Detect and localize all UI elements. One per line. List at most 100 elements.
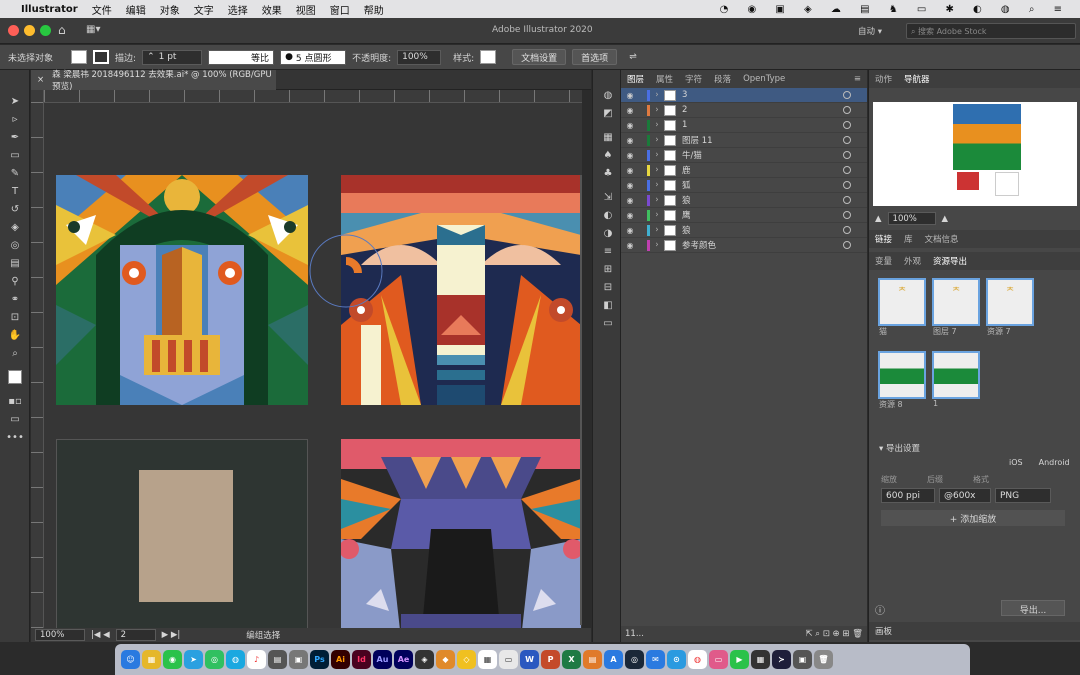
zoom-in-icon[interactable]: ▲ [942, 214, 949, 224]
expand-arrow-icon[interactable]: › [650, 225, 664, 235]
stroke-weight-field[interactable]: ⌃ 1 pt [142, 49, 203, 65]
tab-actions[interactable]: 动作 [875, 73, 892, 85]
illustrator-icon[interactable]: Ai [331, 650, 350, 669]
artboard-mask-2[interactable] [341, 439, 581, 628]
app-menu[interactable]: Illustrator [21, 4, 78, 15]
layer-name[interactable]: 2 [682, 105, 687, 115]
mail-icon[interactable]: ✉ [646, 650, 665, 669]
excel-icon[interactable]: X [562, 650, 581, 669]
music-icon[interactable]: ♪ [247, 650, 266, 669]
tab-character[interactable]: 字符 [685, 73, 702, 85]
layer-name[interactable]: 鹰 [682, 209, 691, 221]
qq-icon[interactable]: ◍ [226, 650, 245, 669]
export-button[interactable]: 导出... [1001, 600, 1065, 616]
expand-arrow-icon[interactable]: › [650, 150, 664, 160]
hand-tool-icon[interactable]: ✋ [0, 326, 30, 344]
sketch-2-icon[interactable]: ◇ [457, 650, 476, 669]
tab-variables[interactable]: 变量 [875, 255, 892, 267]
finder-icon[interactable]: ☺ [121, 650, 140, 669]
layer-row[interactable]: ◉ › 2 [621, 103, 867, 118]
close-window-button[interactable] [8, 25, 19, 36]
wechat-icon[interactable]: ◉ [163, 650, 182, 669]
layer-name[interactable]: 鹿 [682, 164, 691, 176]
eraser-tool-icon[interactable]: ◈ [0, 218, 30, 236]
stroke-style-dropdown[interactable]: 等比 [208, 49, 275, 65]
vscode-icon[interactable]: ≻ [772, 650, 791, 669]
visibility-eye-icon[interactable]: ◉ [621, 226, 639, 235]
chrome-icon[interactable]: ◍ [688, 650, 707, 669]
rectangle-tool-icon[interactable]: ▭ [0, 146, 30, 164]
calendar-icon[interactable]: ▦ [478, 650, 497, 669]
placeholder-rectangle[interactable] [139, 470, 233, 602]
tab-document-info[interactable]: 文档信息 [925, 233, 959, 245]
powerpoint-icon[interactable]: P [541, 650, 560, 669]
symbols-icon[interactable]: ♠ [593, 146, 623, 164]
layer-row[interactable]: ◉ › 图层 11 [621, 133, 867, 148]
rotate-tool-icon[interactable]: ↺ [0, 200, 30, 218]
downloads-icon[interactable]: ▣ [793, 650, 812, 669]
opacity-field[interactable]: 100% [397, 49, 442, 65]
messages-icon[interactable]: ◎ [205, 650, 224, 669]
platform-android[interactable]: Android [1039, 458, 1070, 467]
brush-tool-icon[interactable]: ✎ [0, 164, 30, 182]
zoom-tool-icon[interactable]: ⌕ [0, 344, 30, 362]
target-circle-icon[interactable] [843, 166, 851, 174]
layer-row[interactable]: ◉ › 狐 [621, 178, 867, 193]
prev-artboard-button[interactable]: |◀ ◀ [91, 630, 110, 640]
target-circle-icon[interactable] [843, 181, 851, 189]
layer-row[interactable]: ◉ › 参考颜色 [621, 238, 867, 253]
expand-arrow-icon[interactable]: › [650, 165, 664, 175]
close-tab-icon[interactable]: × [37, 75, 44, 85]
document-settings-button[interactable]: 文档设置 [512, 49, 567, 65]
scale-dropdown[interactable]: 600 ppi [881, 488, 935, 503]
menu-edit[interactable]: 编辑 [126, 2, 146, 17]
steam-icon[interactable]: ◎ [625, 650, 644, 669]
indesign-icon[interactable]: Id [352, 650, 371, 669]
stroke-panel-icon[interactable]: ≡ [593, 242, 623, 260]
asset-item[interactable]: ᄎ猫 [875, 278, 929, 337]
layer-row[interactable]: ◉ › 鹰 [621, 208, 867, 223]
target-circle-icon[interactable] [843, 106, 851, 114]
layer-name[interactable]: 3 [682, 90, 687, 100]
layer-name[interactable]: 图层 11 [682, 134, 713, 146]
final-cut-icon[interactable]: ◈ [415, 650, 434, 669]
tab-paragraph[interactable]: 段落 [714, 73, 731, 85]
target-circle-icon[interactable] [843, 136, 851, 144]
visibility-eye-icon[interactable]: ◉ [621, 136, 639, 145]
direct-selection-tool-icon[interactable]: ▹ [0, 110, 30, 128]
next-artboard-button[interactable]: ▶ ▶| [162, 630, 181, 640]
color-guide-icon[interactable]: ◍ [593, 86, 623, 104]
target-circle-icon[interactable] [843, 226, 851, 234]
zoom-dropdown[interactable]: 100% [35, 629, 85, 641]
launchpad-icon[interactable]: ▦ [142, 650, 161, 669]
workspace-layout-icon[interactable]: ▦▾ [86, 24, 100, 35]
system-icon[interactable]: ▦ [751, 650, 770, 669]
keynote-icon[interactable]: ▭ [499, 650, 518, 669]
after-effects-icon[interactable]: Ae [394, 650, 413, 669]
menu-object[interactable]: 对象 [160, 2, 180, 17]
audition-icon[interactable]: Au [373, 650, 392, 669]
arrange-icon[interactable]: ⇌ [629, 52, 637, 62]
selection-tool-icon[interactable]: ➤ [0, 92, 30, 110]
workspace-switcher[interactable]: 自动 ▾ [858, 25, 882, 37]
asset-item[interactable]: ᄎ 资源 7 [983, 278, 1037, 337]
stock-search-input[interactable]: ⌕ 搜索 Adobe Stock [906, 23, 1076, 39]
fill-stroke-icon[interactable] [0, 362, 30, 392]
gradient-panel-icon[interactable]: ◩ [593, 104, 623, 122]
layer-actions-icons[interactable]: ⇱ ⌕ ⊡ ⊕ ⊞ 🗑 [805, 629, 863, 639]
photoshop-icon[interactable]: Ps [310, 650, 329, 669]
layer-row[interactable]: ◉ › 1 [621, 118, 867, 133]
menu-effect[interactable]: 效果 [262, 2, 282, 17]
asset-item[interactable]: 资源 8 [875, 351, 929, 410]
visibility-eye-icon[interactable]: ◉ [621, 241, 639, 250]
canvas[interactable] [44, 103, 582, 628]
gradient-icon[interactable]: ▭ [593, 314, 623, 332]
preferences-button[interactable]: 首选项 [572, 49, 618, 65]
artboard-owl[interactable] [56, 175, 308, 405]
swatches-icon[interactable]: ▦ [593, 128, 623, 146]
zoom-out-icon[interactable]: ▲ [875, 214, 882, 224]
menu-select[interactable]: 选择 [228, 2, 248, 17]
expand-arrow-icon[interactable]: › [650, 195, 664, 205]
gradient-tool-icon[interactable]: ▤ [0, 254, 30, 272]
trash-icon[interactable]: 🗑 [814, 650, 833, 669]
